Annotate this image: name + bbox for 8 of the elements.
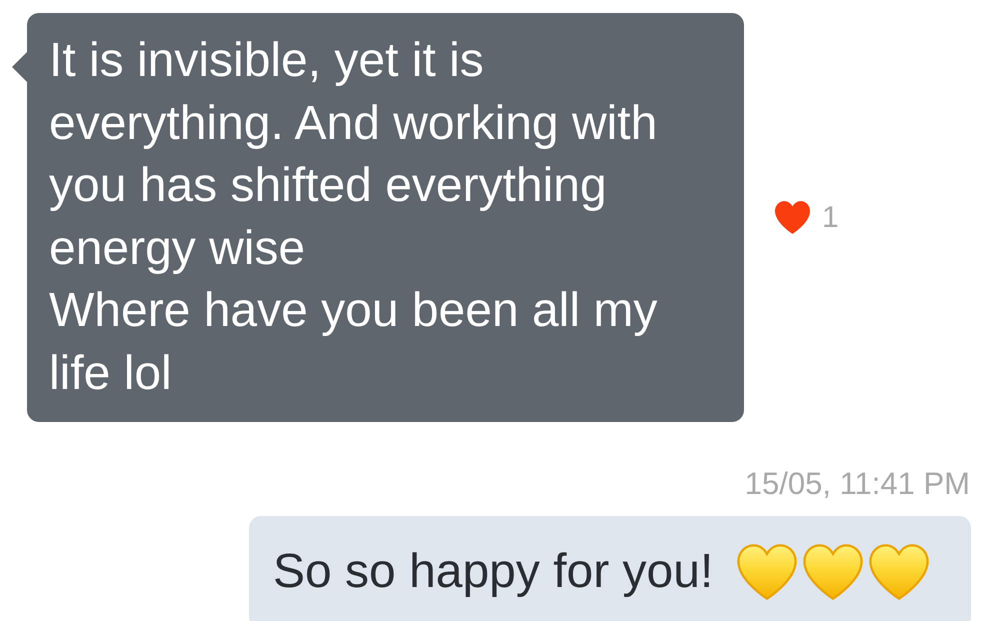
- heart-emoji-icon: [737, 544, 798, 600]
- heart-emoji-icon: [869, 544, 930, 600]
- message-text: It is invisible, yet it is everything. And working with you has shifted everything energy wise Where have you been all my life lol: [49, 33, 658, 402]
- timestamp: 15/05, 11:41 PM: [744, 466, 970, 502]
- message-text: So so happy for you!: [273, 544, 714, 600]
- heart-emoji-icon: [803, 544, 864, 600]
- heart-icon: [775, 201, 810, 234]
- reaction-count: 1: [822, 200, 839, 234]
